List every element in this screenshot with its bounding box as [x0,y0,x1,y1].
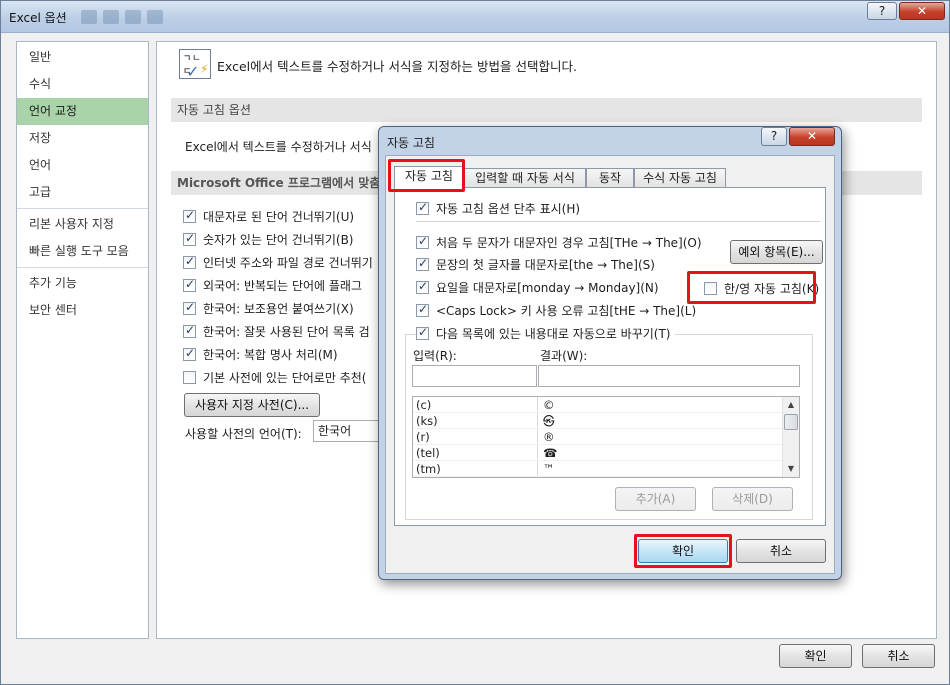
result-label: 결과(W): [540,349,588,363]
dictionary-language-select[interactable]: 한국어 [313,420,383,442]
scroll-thumb[interactable] [784,414,798,430]
nav-item-formulas[interactable]: 수식 [17,71,148,98]
window-title: Excel 옵션 [9,11,67,25]
checkbox-flag-repeated[interactable] [183,277,196,292]
dialog-close-button[interactable]: ✕ [789,127,835,146]
replace-result-field[interactable] [538,365,800,387]
checkbox-caps-lock[interactable] [416,302,429,317]
checkbox-ignore-internet[interactable] [183,254,196,269]
option-show-buttons[interactable]: 자동 고침 옵션 단추 표시(H) [416,199,580,217]
nav-item-proofing[interactable]: 언어 교정 [17,98,148,125]
checkbox-main-dictionary-only[interactable] [183,370,196,384]
nav-item-customize-ribbon[interactable]: 리본 사용자 지정 [17,211,148,238]
options-cancel-button[interactable]: 취소 [862,644,935,668]
background-toolbar [81,7,501,27]
list-item[interactable]: (ks) ㉿ [413,413,799,429]
checkbox-korean-misused[interactable] [183,323,196,338]
dictionary-language-label: 사용할 사전의 언어(T): [185,427,302,441]
option-korean-misused[interactable]: 한국어: 잘못 사용된 단어 목록 검 [183,322,370,340]
checkbox-korean-auxiliary[interactable] [183,300,196,315]
dialog-title: 자동 고침 [387,136,435,150]
close-button[interactable]: ✕ [899,2,945,20]
nav-item-language[interactable]: 언어 [17,152,148,179]
autocorrect-description: Excel에서 텍스트를 수정하거나 서식 [185,140,372,154]
option-ignore-internet[interactable]: 인터넷 주소와 파일 경로 건너뛰기 [183,253,373,271]
checkbox-ignore-uppercase[interactable] [183,208,196,223]
checkbox-korean-compound[interactable] [183,346,196,361]
replace-input-field[interactable] [412,365,537,387]
checkbox-ignore-numbers[interactable] [183,231,196,246]
option-ignore-numbers[interactable]: 숫자가 있는 단어 건너뛰기(B) [183,230,353,248]
option-flag-repeated[interactable]: 외국어: 반복되는 단어에 플래그 [183,276,362,294]
nav-item-quick-access-toolbar[interactable]: 빠른 실행 도구 모음 [17,238,148,265]
option-capitalize-sentences[interactable]: 문장의 첫 글자를 대문자로[the → The](S) [416,255,655,273]
option-korean-compound[interactable]: 한국어: 복합 명사 처리(M) [183,345,338,363]
nav-item-trust-center[interactable]: 보안 센터 [17,297,148,324]
list-scrollbar[interactable]: ▲ ▼ [782,397,799,477]
nav-item-advanced[interactable]: 고급 [17,179,148,206]
option-main-dictionary-only[interactable]: 기본 사전에 있는 단어로만 추천( [183,368,366,386]
option-hanyoung-autocorrect[interactable]: 한/영 자동 고침(K) [704,279,819,297]
page-description: Excel에서 텍스트를 수정하거나 서식을 지정하는 방법을 선택합니다. [217,59,577,74]
section-autocorrect-options: 자동 고침 옵션 [171,98,922,122]
option-two-initial-caps[interactable]: 처음 두 문자가 대문자인 경우 고침[THe → The](O) [416,233,702,251]
autocorrect-dialog: 자동 고침 ? ✕ 자동 고침 입력할 때 자동 서식 동작 수식 자동 고침 … [378,126,842,580]
delete-button[interactable]: 삭제(D) [712,487,793,511]
tab-autocorrect[interactable]: 자동 고침 [394,166,464,189]
exceptions-button[interactable]: 예외 항목(E)... [730,240,823,264]
autocorrect-tab-panel: 자동 고침 옵션 단추 표시(H) 처음 두 문자가 대문자인 경우 고침[TH… [394,187,826,526]
options-nav: 일반 수식 언어 교정 저장 언어 고급 리본 사용자 지정 빠른 실행 도구 … [16,41,149,639]
dialog-cancel-button[interactable]: 취소 [736,539,826,563]
option-ignore-uppercase[interactable]: 대문자로 된 단어 건너뛰기(U) [183,207,354,225]
nav-item-add-ins[interactable]: 추가 기능 [17,270,148,297]
nav-item-save[interactable]: 저장 [17,125,148,152]
dialog-body: 자동 고침 입력할 때 자동 서식 동작 수식 자동 고침 자동 고침 옵션 단… [385,155,835,574]
list-item[interactable]: (c) © [413,397,799,413]
tab-autoformat-as-you-type[interactable]: 입력할 때 자동 서식 [464,168,586,188]
option-korean-auxiliary[interactable]: 한국어: 보조용언 붙여쓰기(X) [183,299,354,317]
dialog-ok-button[interactable]: 확인 [638,539,728,563]
list-item[interactable]: (tel) ☎ [413,445,799,461]
divider [416,221,820,222]
input-label: 입력(R): [413,349,457,363]
abc-check-icon: ㄱㄴㄷ ✓ ⚡ [179,49,211,81]
checkbox-hanyoung-autocorrect[interactable] [704,281,717,295]
checkbox-capitalize-days[interactable] [416,279,429,294]
option-replace-text[interactable]: 다음 목록에 있는 내용대로 자동으로 바꾸기(T) [416,324,675,342]
dialog-help-button[interactable]: ? [761,127,787,146]
checkbox-show-buttons[interactable] [416,200,429,215]
tab-math-autocorrect[interactable]: 수식 자동 고침 [634,168,726,188]
help-button[interactable]: ? [867,2,897,20]
replacement-list[interactable]: (c) © (ks) ㉿ (r) ® (tel) ☎ (tm) ™ ▲ ▼ [412,396,800,478]
nav-divider [17,267,148,268]
tab-actions[interactable]: 동작 [586,168,634,188]
checkbox-capitalize-sentences[interactable] [416,256,429,271]
list-item[interactable]: (r) ® [413,429,799,445]
checkbox-replace-text[interactable] [416,325,429,340]
option-caps-lock[interactable]: <Caps Lock> 키 사용 오류 고침[tHE → The](L) [416,301,696,319]
custom-dictionaries-button[interactable]: 사용자 지정 사전(C)... [184,393,320,417]
scroll-up-icon[interactable]: ▲ [783,397,799,413]
options-ok-button[interactable]: 확인 [779,644,852,668]
option-capitalize-days[interactable]: 요일을 대문자로[monday → Monday](N) [416,278,659,296]
nav-divider [17,208,148,209]
list-item[interactable]: (tm) ™ [413,461,799,477]
checkbox-two-initial-caps[interactable] [416,234,429,249]
scroll-down-icon[interactable]: ▼ [783,461,799,477]
add-button[interactable]: 추가(A) [615,487,696,511]
nav-item-general[interactable]: 일반 [17,44,148,71]
title-bar: Excel 옵션 ? ✕ [1,1,949,33]
